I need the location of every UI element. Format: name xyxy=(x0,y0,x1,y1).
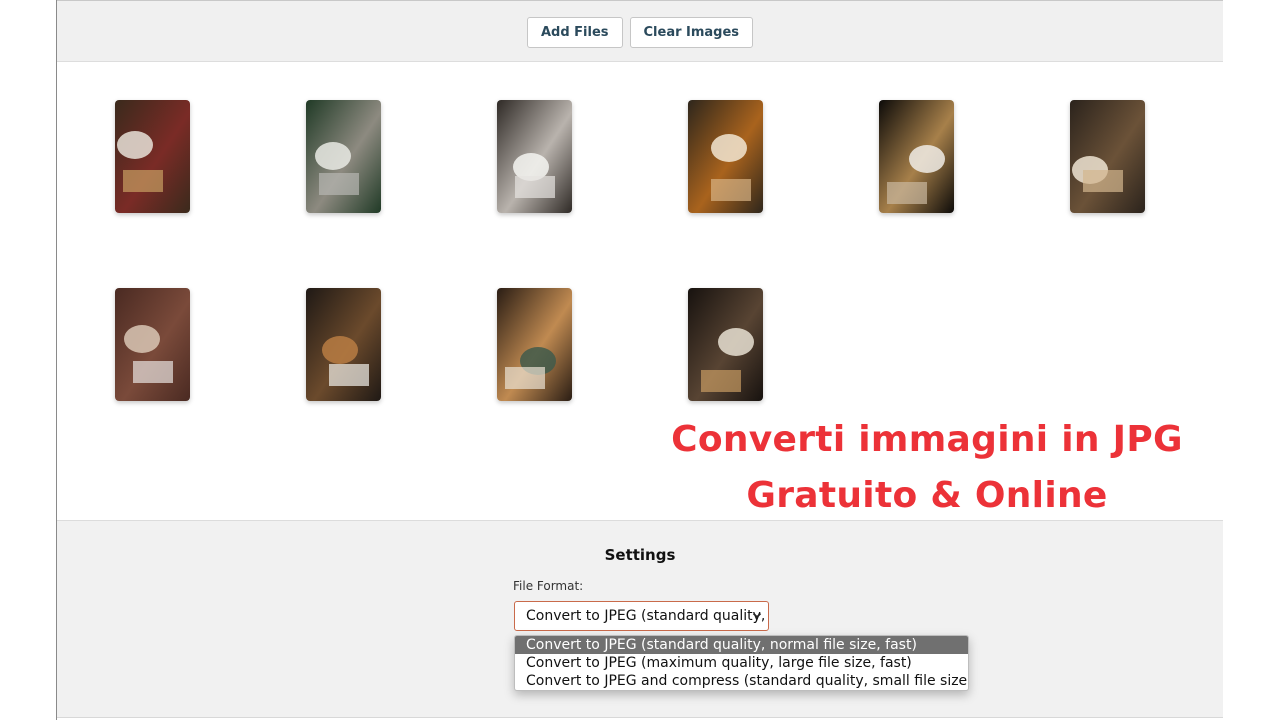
image-thumbnail[interactable] xyxy=(497,288,572,401)
thumbnail-photo xyxy=(688,100,763,213)
converter-app: Add Files Clear Images Converti immagini… xyxy=(57,0,1223,720)
promo-banner: Converti immagini in JPG Gratuito & Onli… xyxy=(667,412,1187,524)
toolbar-buttons: Add Files Clear Images xyxy=(57,17,1223,48)
file-format-select[interactable]: Convert to JPEG (standard quality, xyxy=(514,601,769,631)
promo-line-1: Converti immagini in JPG xyxy=(671,419,1183,460)
chevron-down-icon xyxy=(752,602,762,630)
image-thumbnail[interactable] xyxy=(306,288,381,401)
file-format-dropdown-list: Convert to JPEG (standard quality, norma… xyxy=(514,635,969,691)
thumbnail-photo xyxy=(115,288,190,401)
toolbar: Add Files Clear Images xyxy=(57,0,1223,62)
image-thumbnail[interactable] xyxy=(879,100,954,213)
file-format-option[interactable]: Convert to JPEG (maximum quality, large … xyxy=(515,654,968,672)
page: Add Files Clear Images Converti immagini… xyxy=(0,0,1280,720)
thumbnail-photo xyxy=(879,100,954,213)
settings-panel: Settings File Format: Convert to JPEG (s… xyxy=(57,520,1223,718)
clear-images-button[interactable]: Clear Images xyxy=(629,17,754,48)
image-thumbnail[interactable] xyxy=(497,100,572,213)
file-format-selected-value: Convert to JPEG (standard quality, xyxy=(526,608,766,624)
image-thumbnail[interactable] xyxy=(1070,100,1145,213)
add-files-button[interactable]: Add Files xyxy=(526,17,623,48)
thumbnail-photo xyxy=(306,288,381,401)
file-format-label: File Format: xyxy=(513,579,584,593)
file-format-option[interactable]: Convert to JPEG and compress (standard q… xyxy=(515,672,968,690)
promo-line-2: Gratuito & Online xyxy=(746,475,1108,516)
image-grid: Converti immagini in JPG Gratuito & Onli… xyxy=(57,62,1223,520)
thumbnail-photo xyxy=(688,288,763,401)
image-thumbnail[interactable] xyxy=(115,288,190,401)
thumbnail-photo xyxy=(115,100,190,213)
image-thumbnail[interactable] xyxy=(306,100,381,213)
image-thumbnail[interactable] xyxy=(688,100,763,213)
image-thumbnail[interactable] xyxy=(688,288,763,401)
file-format-option[interactable]: Convert to JPEG (standard quality, norma… xyxy=(515,636,968,654)
settings-title: Settings xyxy=(604,546,676,564)
thumbnail-photo xyxy=(306,100,381,213)
thumbnail-photo xyxy=(497,100,572,213)
thumbnail-photo xyxy=(1070,100,1145,213)
thumbnail-photo xyxy=(497,288,572,401)
image-thumbnail[interactable] xyxy=(115,100,190,213)
